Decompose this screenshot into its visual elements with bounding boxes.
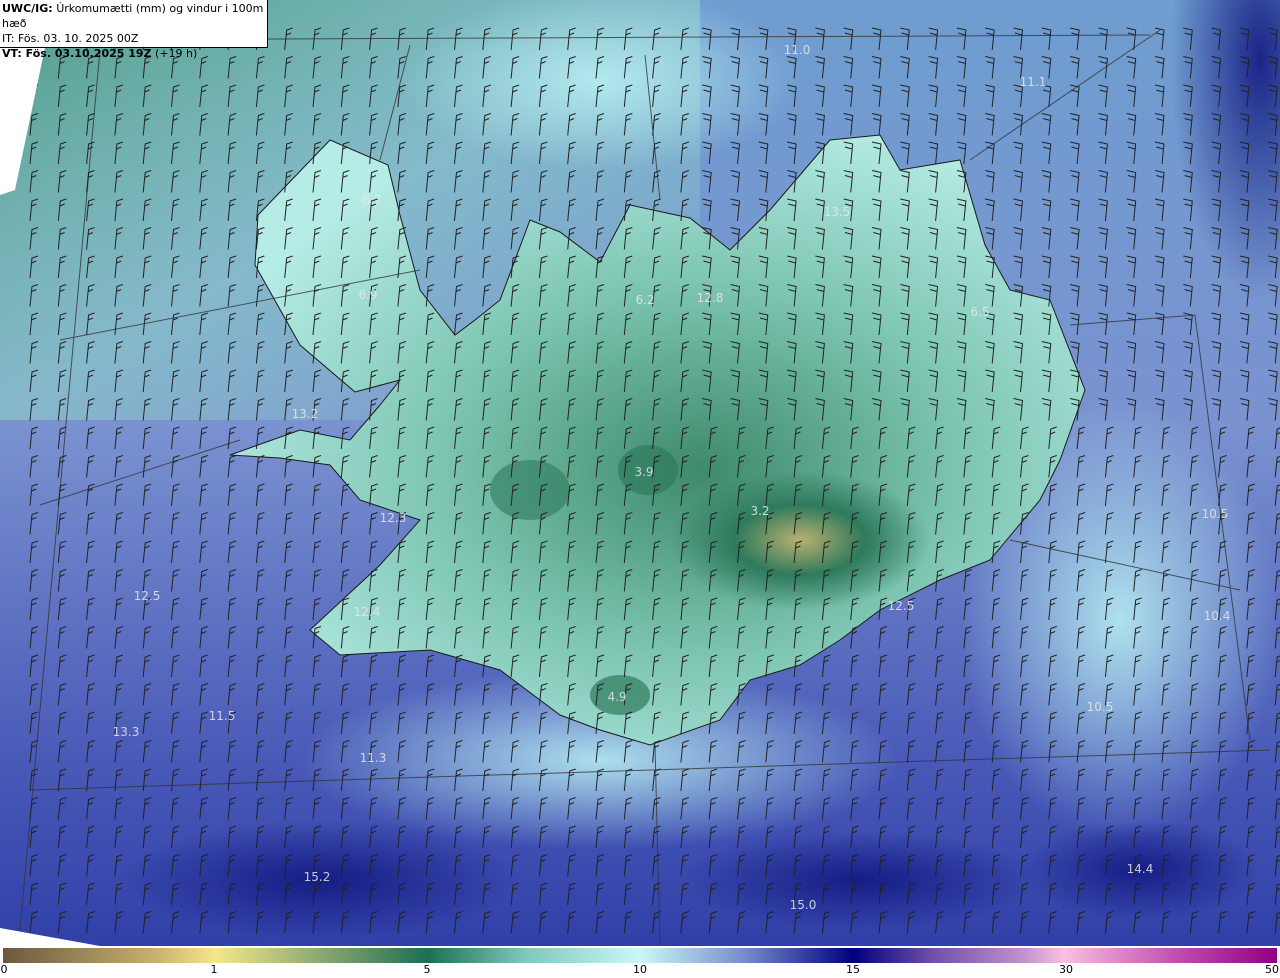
precip-value-label: 12.5 [134,589,161,603]
precip-value-label: 12.3 [380,511,407,525]
initial-time: IT: Fös. 03. 10. 2025 00Z [2,32,139,45]
precip-value-label: 6.5 [970,305,989,319]
precip-value-label: 6.7 [362,193,381,207]
colorbar-tick: 15 [846,963,860,976]
map-title-box: UWC/IG: Úrkomumætti (mm) og vindur i 100… [0,0,268,60]
precip-value-label: 12.4 [354,605,381,619]
precip-value-label: 4.9 [607,690,626,704]
precip-value-label: 3.2 [750,504,769,518]
weather-map: 11.0 11.1 13.5 6.7 6.9 6.2 12.8 6.5 13.2 12.3 3.9 3… [0,0,1280,946]
precip-value-label: 10.5 [1087,700,1114,714]
precipitation-colorbar [3,948,1277,963]
precip-value-label: 10.5 [1202,507,1229,521]
precip-value-label: 11.3 [360,751,387,765]
forecast-offset: (+19 h) [155,47,198,60]
precip-value-label: 12.8 [697,291,724,305]
precip-value-label: 6.9 [358,288,377,302]
heavy-precip-area [680,830,1040,930]
colorbar-tick: 1 [210,963,218,976]
precip-value-label: 14.4 [1127,862,1154,876]
precip-value-label: 10.4 [1204,609,1231,623]
precip-value-label: 11.1 [1020,75,1047,89]
precip-value-label: 13.3 [113,725,140,739]
colorbar-tick: 50 [1265,963,1279,976]
precip-value-label: 11.0 [784,43,811,57]
valid-time: VT: Fös. 03.10.2025 19Z [2,47,152,60]
colorbar-tick: 10 [633,963,647,976]
colorbar-tick: 5 [423,963,431,976]
glacier-langjokull [490,460,570,520]
precip-value-label: 12.5 [888,599,915,613]
precip-value-label: 3.9 [634,465,653,479]
colorbar-tick: 0 [0,963,8,976]
precip-value-label: 15.0 [790,898,817,912]
precip-value-label: 13.5 [824,205,851,219]
precip-value-label: 15.2 [304,870,331,884]
colorbar-tick: 30 [1059,963,1073,976]
model-name: UWC/IG: [2,2,53,15]
precip-value-label: 13.2 [292,407,319,421]
precip-value-label: 11.5 [209,709,236,723]
precip-value-label: 6.2 [635,293,654,307]
